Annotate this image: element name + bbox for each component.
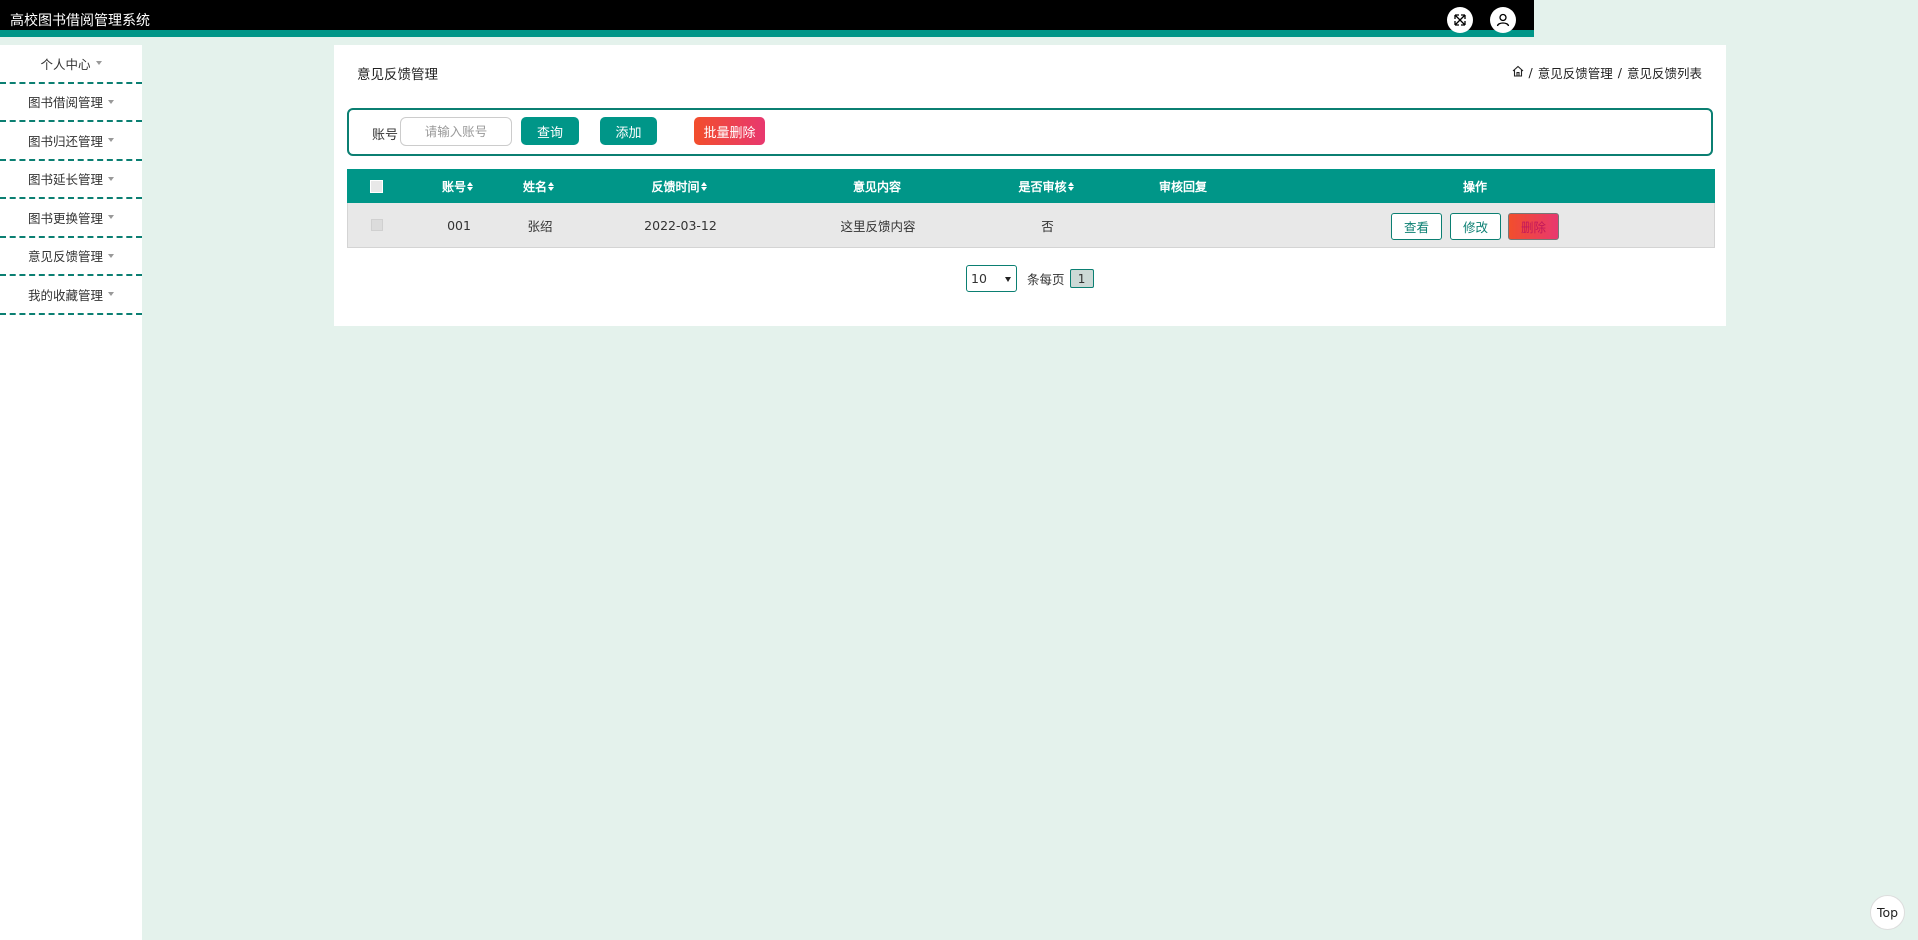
page-size-value: 10 — [971, 271, 987, 286]
sort-icon — [1067, 181, 1075, 191]
sidebar-item-label: 图书借阅管理 — [27, 95, 103, 111]
caret-down-icon — [95, 61, 102, 66]
account-search-input[interactable] — [400, 117, 512, 146]
header-content: 意见内容 — [792, 169, 962, 203]
sidebar-item-label: 图书归还管理 — [27, 133, 103, 149]
add-button[interactable]: 添加 — [600, 117, 657, 145]
caret-down-icon — [108, 292, 114, 297]
table-header: 账号 姓名 反馈时间 意见内容 是否审核 审核回复 操作 — [347, 169, 1715, 203]
breadcrumb-separator: / — [1528, 65, 1533, 80]
sidebar-item-label: 我的收藏管理 — [27, 287, 103, 303]
query-button[interactable]: 查询 — [521, 117, 579, 145]
header-time-label: 反馈时间 — [651, 179, 700, 194]
header-name-label: 姓名 — [522, 179, 547, 194]
page-title: 意见反馈管理 — [357, 67, 438, 83]
cell-account: 001 — [447, 217, 471, 233]
header-reply: 审核回复 — [1131, 169, 1235, 203]
main-panel: 意见反馈管理 / 意见反馈管理 / 意见反馈列表 账号 查询 添加 批量删除 账… — [334, 45, 1726, 326]
sidebar-item-extend[interactable]: 图书延长管理 — [0, 161, 142, 199]
sidebar-item-return[interactable]: 图书归还管理 — [0, 122, 142, 161]
header-reviewed-label: 是否审核 — [1018, 179, 1067, 194]
cell-reply — [1132, 203, 1236, 247]
page-size-select[interactable]: 10 — [966, 265, 1017, 292]
sidebar: 个人中心 图书借阅管理 图书归还管理 图书延长管理 图书更换管理 意见反馈管理 … — [0, 45, 142, 940]
header-time[interactable]: 反馈时间 — [567, 169, 792, 203]
caret-down-icon — [108, 215, 114, 220]
fullscreen-icon[interactable] — [1447, 7, 1473, 33]
app-title: 高校图书借阅管理系统 — [10, 13, 150, 29]
caret-down-icon — [108, 99, 114, 104]
sort-icon — [467, 181, 474, 191]
pagination: 10 条每页 1 — [966, 265, 1094, 292]
sort-icon — [700, 181, 708, 191]
sidebar-item-label: 个人中心 — [40, 56, 91, 72]
sidebar-item-label: 图书更换管理 — [27, 210, 103, 226]
per-page-label: 条每页 — [1027, 272, 1065, 287]
breadcrumb-separator: / — [1617, 65, 1622, 80]
row-checkbox[interactable] — [348, 203, 406, 247]
sidebar-item-favorites[interactable]: 我的收藏管理 — [0, 276, 142, 315]
view-button[interactable]: 查看 — [1391, 213, 1442, 240]
cell-name: 张绍 — [527, 218, 553, 234]
header-name[interactable]: 姓名 — [511, 169, 567, 203]
sidebar-item-label: 意见反馈管理 — [27, 249, 103, 265]
home-icon[interactable] — [1512, 65, 1524, 80]
sidebar-item-exchange[interactable]: 图书更换管理 — [0, 199, 142, 238]
user-icon[interactable] — [1490, 7, 1516, 33]
table-row: 001 张绍 2022-03-12 这里反馈内容 否 查看 修改 删除 — [347, 203, 1715, 248]
feedback-table: 账号 姓名 反馈时间 意见内容 是否审核 审核回复 操作 001 张绍 2022… — [347, 169, 1715, 248]
caret-down-icon — [108, 176, 114, 181]
chevron-down-icon — [1005, 277, 1011, 282]
breadcrumb-level1[interactable]: 意见反馈管理 — [1538, 63, 1613, 82]
caret-down-icon — [108, 138, 114, 143]
batch-delete-button[interactable]: 批量删除 — [694, 117, 765, 145]
header-content-label: 意见内容 — [852, 179, 901, 194]
breadcrumb-level2: 意见反馈列表 — [1626, 66, 1702, 81]
search-form: 账号 查询 添加 批量删除 — [347, 108, 1713, 156]
caret-down-icon — [108, 253, 114, 258]
sidebar-item-personal-center[interactable]: 个人中心 — [0, 45, 142, 84]
select-all-checkbox[interactable] — [347, 169, 405, 203]
cell-reviewed: 否 — [1041, 218, 1054, 234]
header-actions-label: 操作 — [1462, 179, 1487, 194]
page-number-button[interactable]: 1 — [1069, 269, 1094, 288]
breadcrumb: / 意见反馈管理 / 意见反馈列表 — [1512, 63, 1702, 82]
delete-button[interactable]: 删除 — [1508, 213, 1559, 240]
cell-content: 这里反馈内容 — [840, 218, 916, 234]
header-actions: 操作 — [1235, 169, 1715, 203]
sort-icon — [548, 181, 555, 191]
table-body: 001 张绍 2022-03-12 这里反馈内容 否 查看 修改 删除 — [347, 203, 1715, 248]
header-account[interactable]: 账号 — [405, 169, 511, 203]
account-label: 账号 — [372, 128, 399, 143]
header-reviewed[interactable]: 是否审核 — [962, 169, 1131, 203]
sidebar-item-borrow[interactable]: 图书借阅管理 — [0, 84, 142, 122]
sidebar-item-feedback[interactable]: 意见反馈管理 — [0, 238, 142, 276]
back-to-top-button[interactable]: Top — [1870, 895, 1905, 930]
sidebar-item-label: 图书延长管理 — [27, 172, 103, 188]
cell-time: 2022-03-12 — [644, 217, 717, 233]
header-account-label: 账号 — [441, 179, 466, 194]
header-reply-label: 审核回复 — [1158, 179, 1207, 194]
edit-button[interactable]: 修改 — [1450, 213, 1501, 240]
top-bar: 高校图书借阅管理系统 — [0, 0, 1534, 37]
